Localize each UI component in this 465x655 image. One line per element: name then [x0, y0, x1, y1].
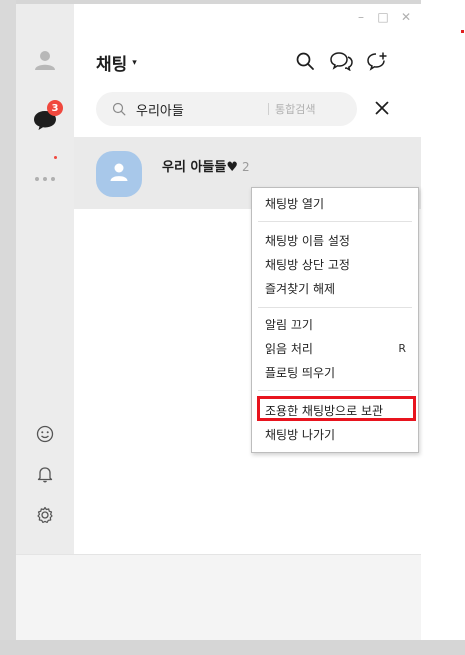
sidebar: 3: [16, 4, 74, 554]
sidebar-notification-button[interactable]: [16, 456, 74, 496]
emoji-icon: [36, 425, 54, 447]
menu-item-label: 채팅방 이름 설정: [265, 233, 350, 248]
minimize-button[interactable]: –: [352, 8, 370, 26]
frame-right: [421, 0, 465, 655]
page-title-dropdown[interactable]: 채팅 ▾: [96, 50, 137, 75]
search-divider: [268, 103, 269, 115]
new-indicator-dot: [54, 156, 57, 159]
search-button[interactable]: [292, 50, 318, 76]
menu-item-label: 읽음 처리: [265, 341, 313, 356]
menu-item-pin-top[interactable]: 채팅방 상단 고정: [252, 252, 418, 276]
close-icon: [375, 100, 389, 119]
menu-item-leave[interactable]: 채팅방 나가기: [252, 422, 418, 446]
page-title: 채팅: [96, 55, 128, 75]
minimize-icon: –: [358, 10, 364, 24]
member-count: 2: [241, 160, 250, 174]
menu-item-mark-read[interactable]: 읽음 처리 R: [252, 336, 418, 360]
sidebar-friends-button[interactable]: [16, 42, 74, 82]
menu-divider: [258, 390, 412, 391]
menu-divider: [258, 221, 412, 222]
chat-room-name: 우리 아들들♥ 2: [162, 156, 250, 175]
sidebar-emoji-button[interactable]: [16, 416, 74, 456]
new-chat-button[interactable]: [364, 50, 390, 76]
settings-gear-icon: [36, 506, 54, 528]
menu-item-label: 채팅방 상단 고정: [265, 257, 350, 272]
chat-room-title: 우리 아들들♥: [162, 160, 238, 175]
bell-icon: [36, 465, 54, 487]
more-dots-icon: [34, 167, 56, 186]
menu-item-label: 알림 끄기: [265, 317, 313, 332]
menu-item-label: 즐겨찾기 해제: [265, 281, 336, 296]
menu-item-rename[interactable]: 채팅방 이름 설정: [252, 228, 418, 252]
red-mark: [461, 30, 464, 33]
shortcut-key: R: [398, 341, 406, 355]
frame-bottom: [0, 640, 465, 655]
chevron-down-icon: ▾: [132, 57, 137, 68]
close-icon: ✕: [400, 10, 412, 24]
highlight-annotation: [257, 396, 416, 421]
sidebar-more-button[interactable]: [16, 156, 74, 196]
search-icon: [295, 51, 315, 75]
sidebar-settings-button[interactable]: [16, 497, 74, 537]
search-field-icon: [112, 102, 126, 116]
menu-item-floating[interactable]: 플로팅 띄우기: [252, 360, 418, 384]
new-chat-icon: [366, 51, 388, 75]
open-chat-icon: [329, 51, 353, 75]
maximize-icon: □: [377, 10, 389, 24]
close-window-button[interactable]: ✕: [397, 8, 415, 26]
avatar: [96, 151, 142, 197]
menu-item-label: 채팅방 열기: [265, 196, 325, 211]
menu-item-mute[interactable]: 알림 끄기: [252, 312, 418, 336]
open-chat-button[interactable]: [328, 50, 354, 76]
bottom-panel: [16, 554, 421, 640]
search-input[interactable]: [134, 100, 268, 118]
clear-search-button[interactable]: [371, 98, 393, 120]
maximize-button[interactable]: □: [374, 8, 392, 26]
person-icon: [34, 49, 56, 75]
menu-divider: [258, 307, 412, 308]
person-icon: [108, 161, 130, 187]
unread-badge: 3: [47, 100, 63, 116]
menu-item-label: 채팅방 나가기: [265, 427, 336, 442]
sidebar-chats-button[interactable]: [16, 102, 74, 142]
menu-item-unfavorite[interactable]: 즐겨찾기 해제: [252, 276, 418, 300]
menu-item-label: 플로팅 띄우기: [265, 365, 336, 380]
search-bar: 통합검색: [96, 92, 357, 126]
frame-left: [0, 0, 16, 655]
menu-item-open-chat[interactable]: 채팅방 열기: [252, 191, 418, 215]
search-scope-button[interactable]: 통합검색: [275, 101, 315, 117]
